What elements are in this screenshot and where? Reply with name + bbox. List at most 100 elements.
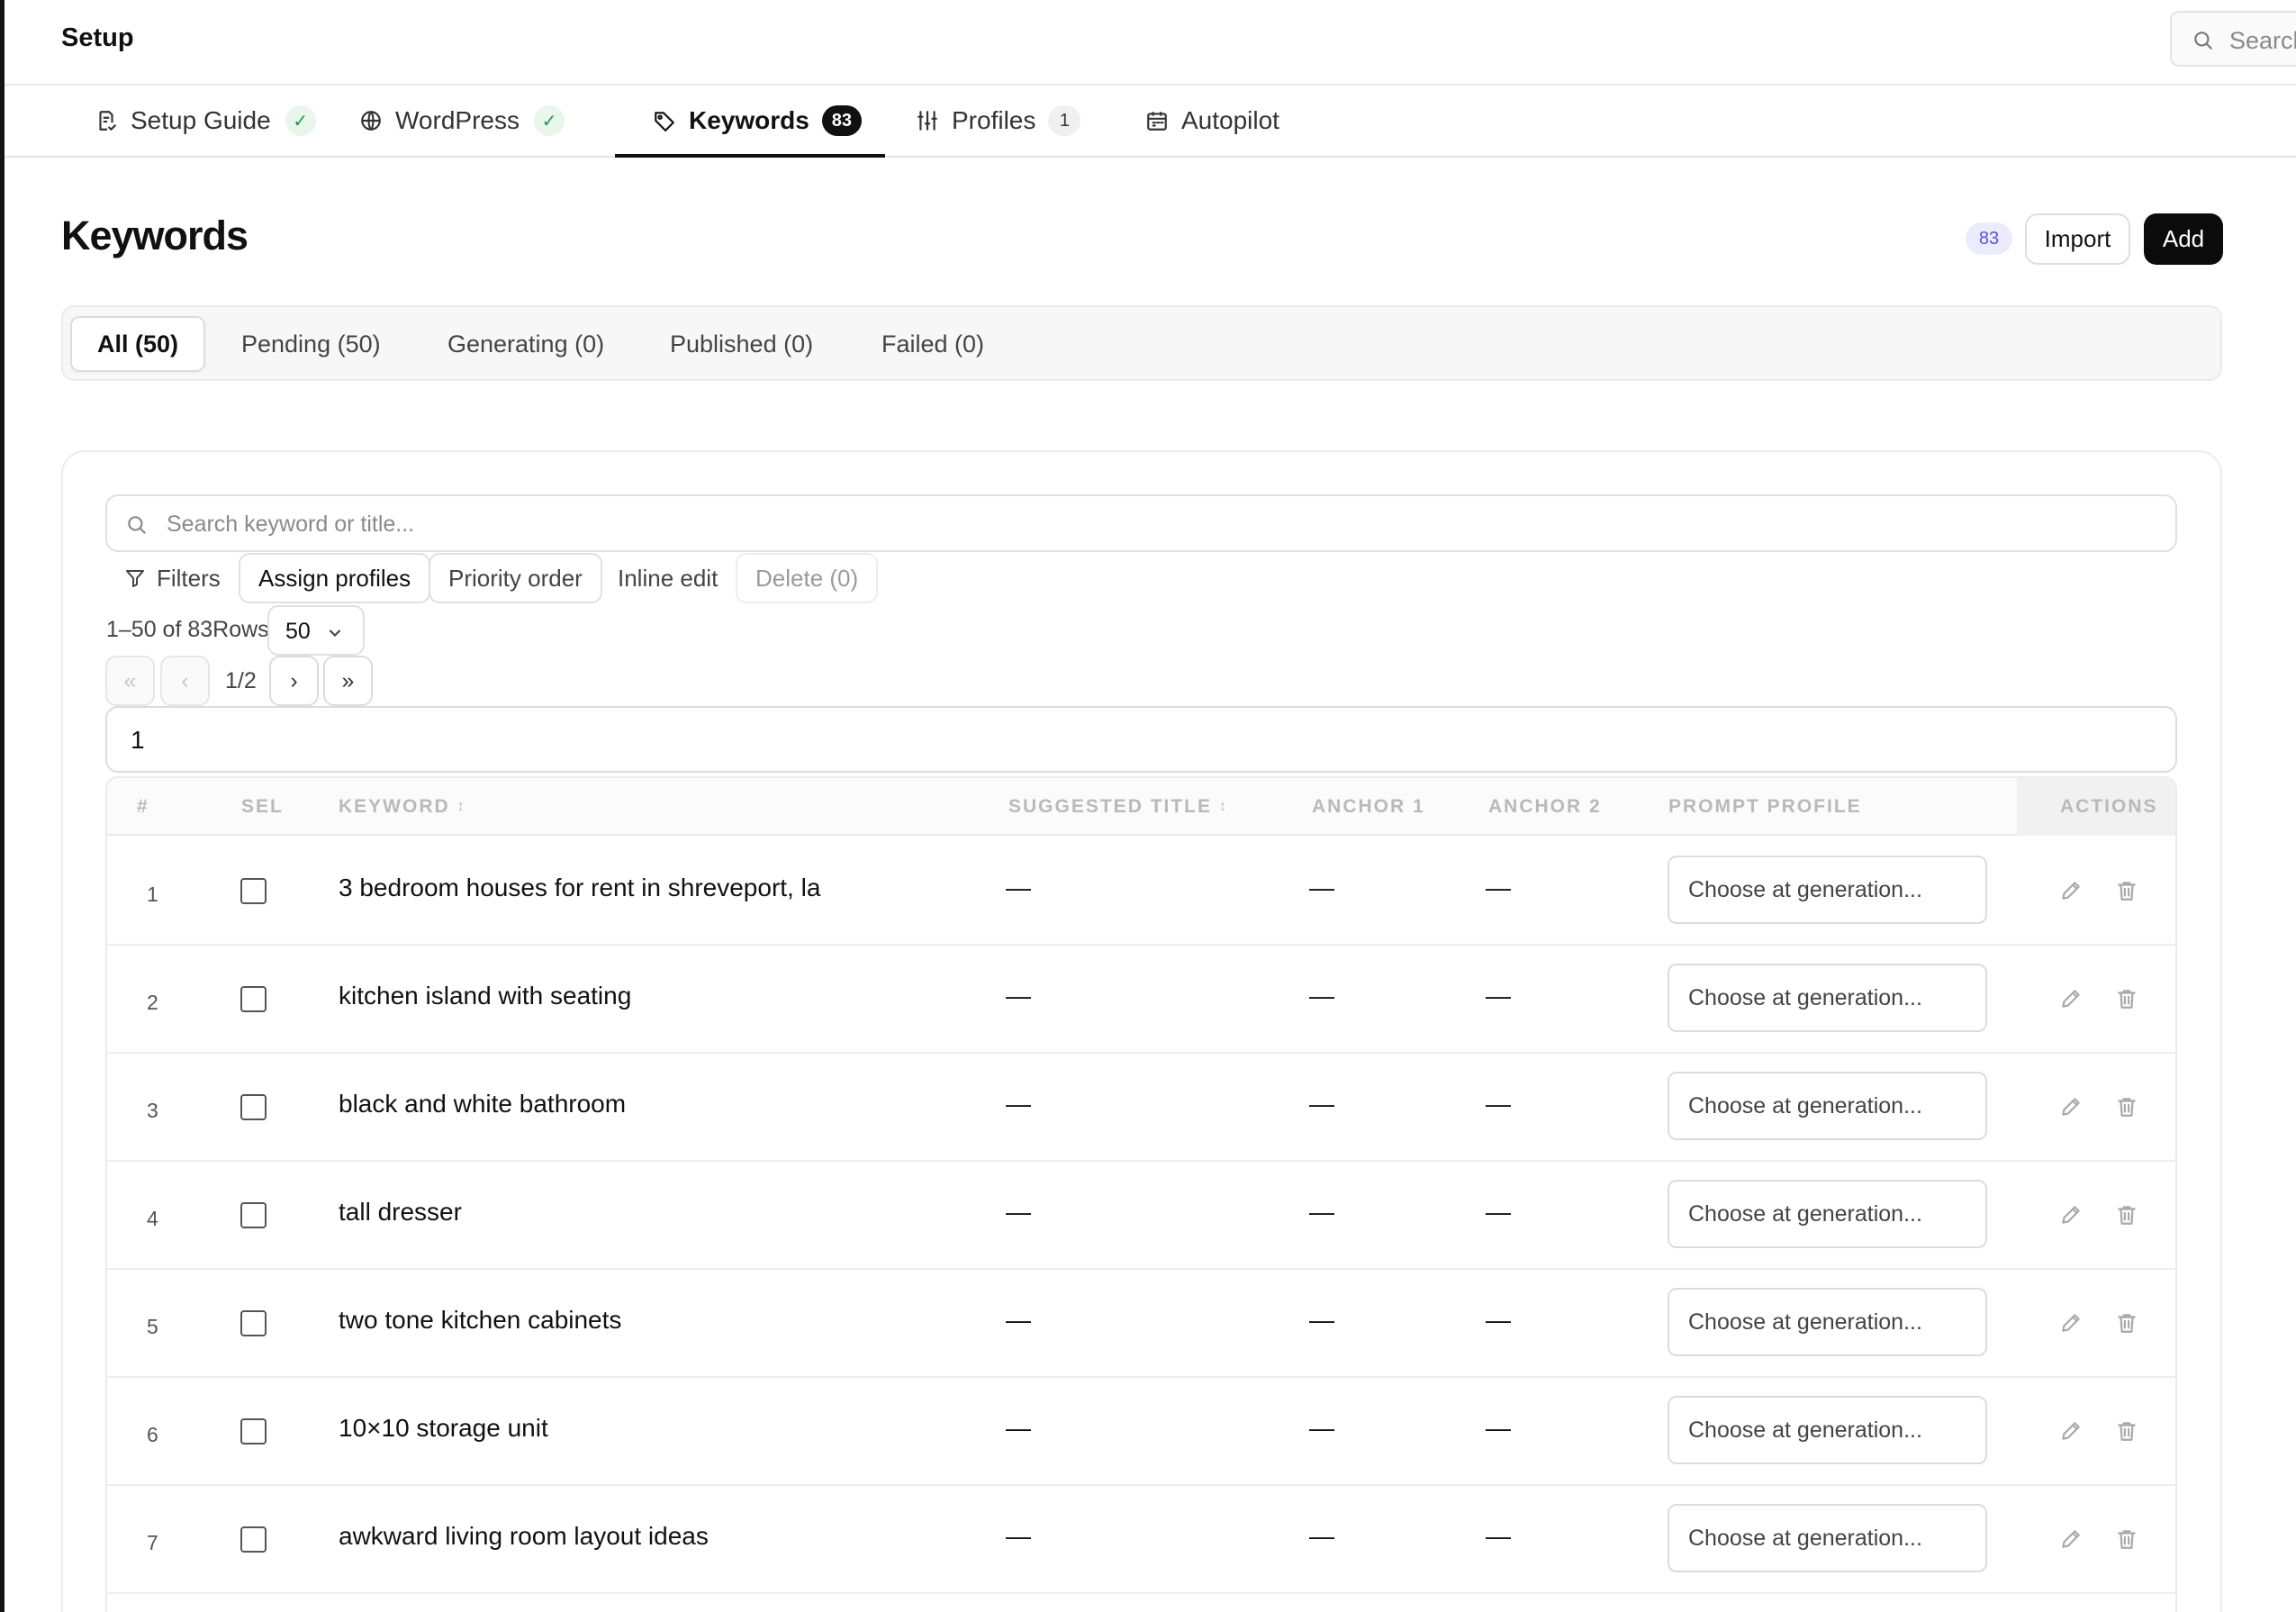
next-page-button[interactable]: › [269, 656, 319, 706]
page-number-value: 1 [131, 726, 145, 754]
prompt-profile-select[interactable]: Choose at generation... [1668, 1396, 1987, 1464]
prompt-profile-select[interactable]: Choose at generation... [1668, 1288, 1987, 1356]
import-button[interactable]: Import [2025, 213, 2130, 265]
check-icon: ✓ [533, 105, 565, 136]
row-select-checkbox[interactable] [240, 1526, 267, 1553]
status-tab-generating[interactable]: Generating (0) [447, 316, 604, 372]
pencil-icon [2062, 882, 2080, 900]
global-search-input[interactable]: Search [2170, 11, 2296, 67]
table-row: 1 3 bedroom houses for rent in shrevepor… [107, 836, 2175, 946]
edit-button[interactable] [2057, 877, 2084, 904]
table-row: 4 tall dresser — — — Choose at generatio… [107, 1160, 2175, 1270]
anchor-2-cell: — [1486, 982, 1511, 1010]
table-row: 6 10×10 storage unit — — — Choose at gen… [107, 1376, 2175, 1486]
keyword-cell[interactable]: two tone kitchen cabinets [339, 1306, 621, 1335]
prev-page-button[interactable]: ‹ [160, 656, 210, 706]
delete-selected-button[interactable]: Delete (0) [736, 553, 879, 603]
pencil-icon [2062, 1098, 2080, 1116]
row-number: 6 [147, 1423, 158, 1446]
keyword-cell[interactable]: 10×10 storage unit [339, 1414, 548, 1443]
calendar-icon [1145, 109, 1169, 132]
keyword-cell[interactable]: black and white bathroom [339, 1090, 626, 1118]
rows-per-page-select[interactable]: 50 [267, 605, 365, 656]
delete-button[interactable] [2113, 1201, 2140, 1228]
edit-button[interactable] [2057, 985, 2084, 1012]
delete-button[interactable] [2113, 1526, 2140, 1553]
page-number-input[interactable]: 1 [105, 706, 2177, 773]
page-indicator: 1/2 [225, 668, 257, 693]
prompt-profile-select[interactable]: Choose at generation... [1668, 1072, 1987, 1140]
keywords-count-badge: 83 [821, 105, 862, 136]
keyword-cell[interactable]: tall dresser [339, 1198, 462, 1227]
tab-autopilot[interactable]: Autopilot [1145, 86, 1279, 156]
edit-button[interactable] [2057, 1309, 2084, 1336]
row-number: 5 [147, 1315, 158, 1338]
header-keyword[interactable]: KEYWORD ↕ [339, 778, 465, 836]
keyword-cell[interactable]: 3 bedroom houses for rent in shreveport,… [339, 874, 820, 902]
keyword-cell[interactable]: kitchen island with seating [339, 982, 631, 1010]
prompt-profile-select[interactable]: Choose at generation... [1668, 856, 1987, 924]
row-select-checkbox[interactable] [240, 1202, 267, 1228]
prompt-profile-select[interactable]: Choose at generation... [1668, 1180, 1987, 1248]
header-suggested-title[interactable]: SUGGESTED TITLE ↕ [1008, 778, 1226, 836]
row-select-checkbox[interactable] [240, 1094, 267, 1120]
status-tab-published[interactable]: Published (0) [670, 316, 813, 372]
trash-icon [2118, 882, 2136, 901]
edit-button[interactable] [2057, 1093, 2084, 1120]
delete-button[interactable] [2113, 985, 2140, 1012]
tab-wordpress[interactable]: WordPress ✓ [359, 86, 565, 156]
delete-button[interactable] [2113, 1093, 2140, 1120]
filters-label: Filters [157, 564, 221, 592]
row-number: 3 [147, 1099, 158, 1122]
first-page-button[interactable]: « [105, 656, 155, 706]
keyword-search-placeholder: Search keyword or title... [167, 512, 415, 537]
edit-button[interactable] [2057, 1526, 2084, 1553]
filters-button[interactable]: Filters [124, 553, 221, 603]
delete-button[interactable] [2113, 1417, 2140, 1444]
keyword-search-input[interactable]: Search keyword or title... [105, 494, 2177, 552]
row-number: 1 [147, 883, 158, 906]
row-select-checkbox[interactable] [240, 986, 267, 1012]
status-tab-all[interactable]: All (50) [70, 316, 205, 372]
priority-order-button[interactable]: Priority order [429, 553, 602, 603]
edit-button[interactable] [2057, 1201, 2084, 1228]
suggested-title-cell: — [1006, 1414, 1031, 1442]
tab-wordpress-label: WordPress [395, 106, 520, 134]
add-button[interactable]: Add [2144, 213, 2223, 265]
table-row: 7 awkward living room layout ideas — — —… [107, 1484, 2175, 1594]
check-icon: ✓ [285, 105, 316, 136]
row-select-cell [240, 1202, 267, 1228]
last-page-button[interactable]: » [323, 656, 373, 706]
inline-edit-button[interactable]: Inline edit [618, 553, 718, 603]
trash-icon [2118, 1314, 2136, 1333]
row-select-checkbox[interactable] [240, 878, 267, 904]
edit-button[interactable] [2057, 1417, 2084, 1444]
tab-keywords[interactable]: Keywords 83 [615, 86, 885, 158]
tab-setup-guide[interactable]: Setup Guide ✓ [95, 86, 316, 156]
tab-profiles[interactable]: Profiles 1 [916, 86, 1081, 156]
keyword-cell[interactable]: awkward living room layout ideas [339, 1522, 709, 1551]
assign-profiles-button[interactable]: Assign profiles [239, 553, 431, 603]
rows-label: Rows [212, 617, 269, 642]
row-number: 2 [147, 991, 158, 1014]
header-prompt-profile: PROMPT PROFILE [1668, 796, 1862, 817]
suggested-title-cell: — [1006, 1090, 1031, 1118]
row-select-checkbox[interactable] [240, 1418, 267, 1444]
row-select-cell [240, 986, 267, 1012]
global-search-placeholder: Search [2229, 27, 2296, 54]
status-tab-failed[interactable]: Failed (0) [881, 316, 984, 372]
prompt-profile-select[interactable]: Choose at generation... [1668, 1504, 1987, 1572]
pagination-range: 1–50 of 83Rows [106, 617, 269, 643]
tag-icon [653, 109, 676, 132]
status-filter-tabs: All (50) Pending (50) Generating (0) Pub… [61, 305, 2222, 381]
row-select-checkbox[interactable] [240, 1310, 267, 1336]
delete-button[interactable] [2113, 1309, 2140, 1336]
status-tab-pending[interactable]: Pending (50) [241, 316, 381, 372]
delete-button[interactable] [2113, 877, 2140, 904]
suggested-title-cell: — [1006, 1198, 1031, 1226]
anchor-1-cell: — [1309, 1522, 1334, 1550]
table-header: # SEL KEYWORD ↕ SUGGESTED TITLE ↕ ANCHOR 1… [107, 778, 2175, 836]
prompt-profile-select[interactable]: Choose at generation... [1668, 964, 1987, 1032]
search-icon [2192, 29, 2215, 52]
suggested-title-cell: — [1006, 874, 1031, 901]
